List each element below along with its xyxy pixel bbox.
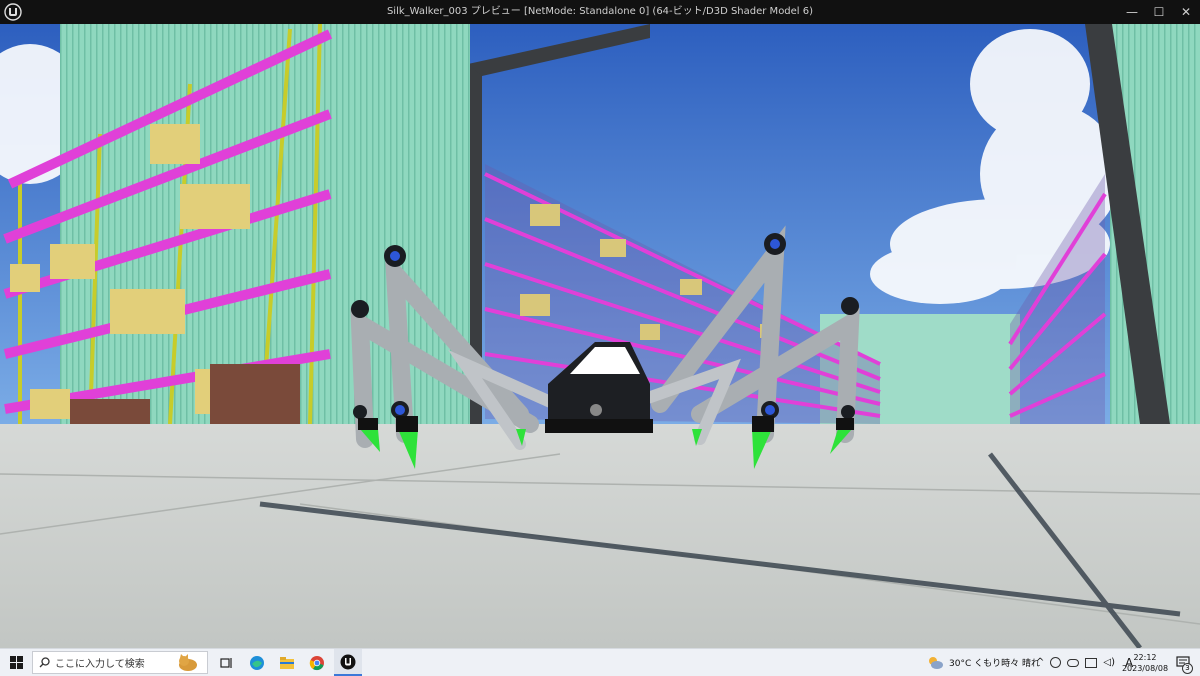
taskbar-edge[interactable] xyxy=(244,649,270,676)
notification-badge: 3 xyxy=(1182,663,1193,674)
weather-text: 30°C くもり時々 晴れ xyxy=(949,659,1040,669)
edge-browser-icon xyxy=(250,655,264,670)
unreal-engine-icon xyxy=(340,654,356,669)
window-title-bar: Silk_Walker_003 プレビュー [NetMode: Standalo… xyxy=(0,0,1200,24)
taskbar-search-box[interactable]: ここに入力して検索 xyxy=(32,651,208,674)
tray-app-icon[interactable] xyxy=(1050,657,1062,668)
task-view-icon xyxy=(219,657,232,668)
taskbar-unreal-editor[interactable] xyxy=(334,649,362,676)
chevron-up-icon[interactable]: ^ xyxy=(1036,657,1044,668)
taskbar-chrome[interactable] xyxy=(304,649,330,676)
search-icon xyxy=(39,657,50,668)
scene-render xyxy=(0,24,1200,648)
speaker-icon[interactable]: ◁) xyxy=(1103,657,1115,668)
clock[interactable]: 22:12 2023/08/08 xyxy=(1120,652,1170,674)
start-button[interactable] xyxy=(4,649,28,676)
minimize-button[interactable]: — xyxy=(1118,0,1146,24)
clock-date: 2023/08/08 xyxy=(1121,664,1169,673)
cloud-icon[interactable] xyxy=(1067,658,1080,667)
maximize-button[interactable]: ☐ xyxy=(1145,0,1173,24)
network-icon[interactable] xyxy=(1085,657,1098,668)
system-tray: ^ ◁) A xyxy=(1036,649,1133,676)
windows-taskbar: ここに入力して検索 30°C くもり時々 晴れ ^ ◁) A 22:12 202… xyxy=(0,648,1200,676)
notification-center-button[interactable]: 3 xyxy=(1170,649,1196,676)
clock-time: 22:12 xyxy=(1133,653,1157,662)
floor xyxy=(0,424,1200,648)
window-title: Silk_Walker_003 プレビュー [NetMode: Standalo… xyxy=(386,6,814,17)
chrome-browser-icon xyxy=(309,655,324,670)
search-placeholder: ここに入力して検索 xyxy=(55,659,145,670)
task-view-button[interactable] xyxy=(214,649,238,676)
game-viewport[interactable] xyxy=(0,24,1200,648)
folder-icon xyxy=(280,656,294,669)
close-button[interactable]: ✕ xyxy=(1172,0,1200,24)
cat-icon xyxy=(179,654,197,671)
windows-logo-icon xyxy=(9,656,23,669)
weather-widget[interactable]: 30°C くもり時々 晴れ xyxy=(926,649,1040,676)
taskbar-file-explorer[interactable] xyxy=(274,649,300,676)
partly-cloudy-icon xyxy=(929,656,943,669)
